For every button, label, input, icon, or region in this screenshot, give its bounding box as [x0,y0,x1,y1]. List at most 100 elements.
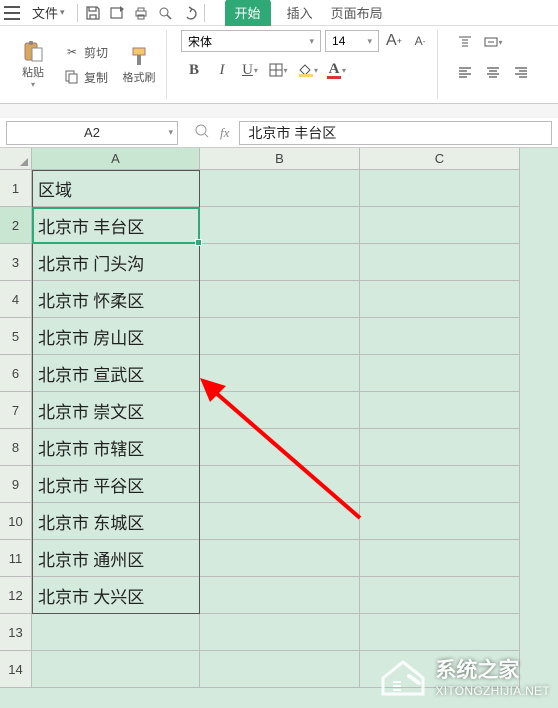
copy-button[interactable]: 复制 [60,67,112,88]
save-icon[interactable] [84,4,102,22]
tab-start[interactable]: 开始 [225,0,271,26]
watermark-text: 系统之家 XITONGZHIJIA.NET [435,654,550,698]
cell[interactable] [200,244,360,281]
cell[interactable] [360,429,520,466]
formula-preview-icon[interactable] [194,123,210,142]
print-preview-icon[interactable] [156,4,174,22]
cell[interactable] [360,503,520,540]
row-header[interactable]: 3 [0,244,32,281]
cell[interactable] [200,392,360,429]
row-header[interactable]: 14 [0,651,32,688]
cell[interactable]: 北京市 大兴区 [32,577,200,614]
cell[interactable] [360,281,520,318]
increase-font-button[interactable]: A+ [383,30,405,52]
fx-icon[interactable]: fx [220,125,229,141]
cell[interactable] [200,429,360,466]
cell[interactable] [200,355,360,392]
cell[interactable] [360,392,520,429]
cell[interactable] [360,577,520,614]
cell[interactable] [200,614,360,651]
save-as-icon[interactable] [108,4,126,22]
format-painter-button[interactable]: 格式刷 [118,45,160,85]
print-icon[interactable] [132,4,150,22]
cell[interactable] [200,651,360,688]
row-header[interactable]: 9 [0,466,32,503]
row-header[interactable]: 8 [0,429,32,466]
cell[interactable]: 北京市 丰台区 [32,207,200,244]
cell[interactable]: 北京市 东城区 [32,503,200,540]
cells: 区域 北京市 丰台区 北京市 门头沟 北京市 怀柔区 北京市 房山区 北京市 宣… [32,170,520,688]
merge-center-button[interactable]: ▾ [480,30,506,54]
row-header[interactable]: 13 [0,614,32,651]
cell[interactable] [200,577,360,614]
select-all-corner[interactable] [0,148,32,170]
decrease-font-button[interactable]: A- [409,30,431,52]
paste-button[interactable]: 粘贴 ▾ [12,40,54,89]
fill-color-button[interactable]: ▾ [293,58,319,82]
chevron-down-icon[interactable]: ▾ [168,127,173,138]
cell[interactable] [32,614,200,651]
row-header[interactable]: 4 [0,281,32,318]
cell[interactable] [360,540,520,577]
hamburger-icon[interactable] [4,6,20,20]
cell[interactable] [360,207,520,244]
cell[interactable] [200,503,360,540]
cell[interactable] [360,318,520,355]
row-header[interactable]: 7 [0,392,32,429]
cell[interactable] [360,244,520,281]
chevron-down-icon: ▾ [60,7,65,18]
align-right-button[interactable] [508,60,534,84]
copy-icon [64,69,80,85]
file-menu[interactable]: 文件 ▾ [26,1,71,24]
cell[interactable]: 北京市 市辖区 [32,429,200,466]
reference-bar: A2 ▾ fx 北京市 丰台区 [0,118,558,148]
font-size-select[interactable]: 14 ▾ [325,30,379,52]
cell[interactable] [360,170,520,207]
col-header-a[interactable]: A [32,148,200,170]
cell[interactable]: 北京市 平谷区 [32,466,200,503]
cell[interactable] [200,540,360,577]
cell[interactable] [200,318,360,355]
row-header[interactable]: 5 [0,318,32,355]
cell[interactable] [200,207,360,244]
cut-button[interactable]: ✂ 剪切 [60,42,112,63]
col-header-b[interactable]: B [200,148,360,170]
cell[interactable] [360,614,520,651]
row-header[interactable]: 2 [0,207,32,244]
cell[interactable] [200,170,360,207]
font-name-select[interactable]: 宋体 ▾ [181,30,321,52]
undo-icon[interactable] [180,4,198,22]
cell[interactable] [200,281,360,318]
row-header[interactable]: 10 [0,503,32,540]
row-header[interactable]: 1 [0,170,32,207]
border-button[interactable]: ▾ [265,58,291,82]
font-color-button[interactable]: A ▾ [321,58,347,82]
align-center-button[interactable] [480,60,506,84]
cell[interactable]: 北京市 崇文区 [32,392,200,429]
cell[interactable] [32,651,200,688]
align-top-button[interactable] [452,30,478,54]
italic-button[interactable]: I [209,58,235,82]
col-header-c[interactable]: C [360,148,520,170]
cell[interactable]: 北京市 怀柔区 [32,281,200,318]
cell[interactable]: 北京市 宣武区 [32,355,200,392]
cell[interactable] [360,466,520,503]
tab-insert[interactable]: 插入 [285,0,315,26]
watermark: 系统之家 XITONGZHIJIA.NET [379,654,550,698]
cell-reference-box[interactable]: A2 ▾ [6,121,178,145]
cell[interactable]: 北京市 通州区 [32,540,200,577]
cell[interactable]: 北京市 房山区 [32,318,200,355]
row-header[interactable]: 6 [0,355,32,392]
row-header[interactable]: 11 [0,540,32,577]
bold-button[interactable]: B [181,58,207,82]
cell[interactable]: 区域 [32,170,200,207]
tab-pagelayout[interactable]: 页面布局 [329,0,385,26]
cell[interactable] [200,466,360,503]
formula-bar[interactable]: 北京市 丰台区 [239,121,552,145]
cell[interactable] [360,355,520,392]
formula-icons: fx [184,123,239,142]
cell[interactable]: 北京市 门头沟 [32,244,200,281]
align-left-button[interactable] [452,60,478,84]
underline-button[interactable]: U▾ [237,58,263,82]
row-header[interactable]: 12 [0,577,32,614]
